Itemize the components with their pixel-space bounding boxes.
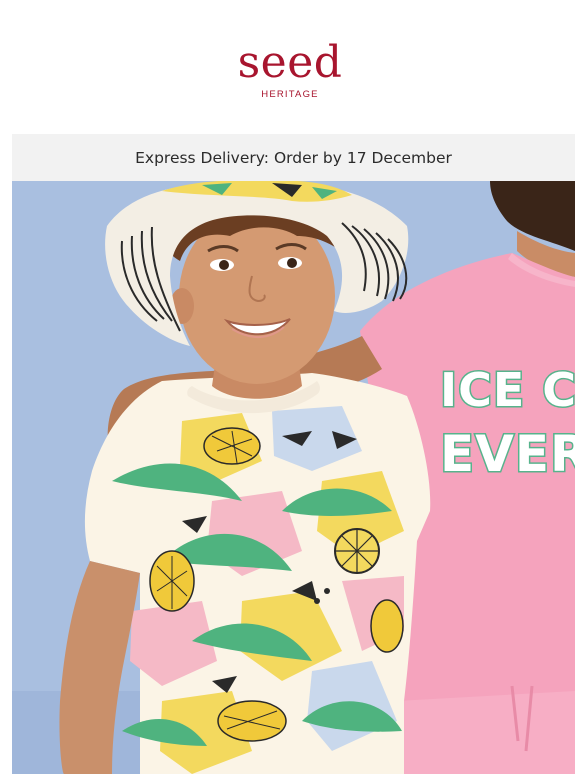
banner-label: Express Delivery: [135,148,269,167]
hero-image[interactable]: ICE CR EVER [12,181,575,774]
brand-logo[interactable]: seed HERITAGE [0,0,580,134]
shirt-graphic-line-2: EVER [440,425,575,483]
shirt-graphic-line-1: ICE CR [440,363,575,417]
logo-wordmark: seed [237,37,343,88]
logo-subtitle: HERITAGE [261,89,319,100]
banner-text: Order by 17 December [273,148,452,167]
express-delivery-banner[interactable]: Express Delivery: Order by 17 December [12,134,575,181]
hero-illustration: ICE CR EVER [12,181,575,774]
